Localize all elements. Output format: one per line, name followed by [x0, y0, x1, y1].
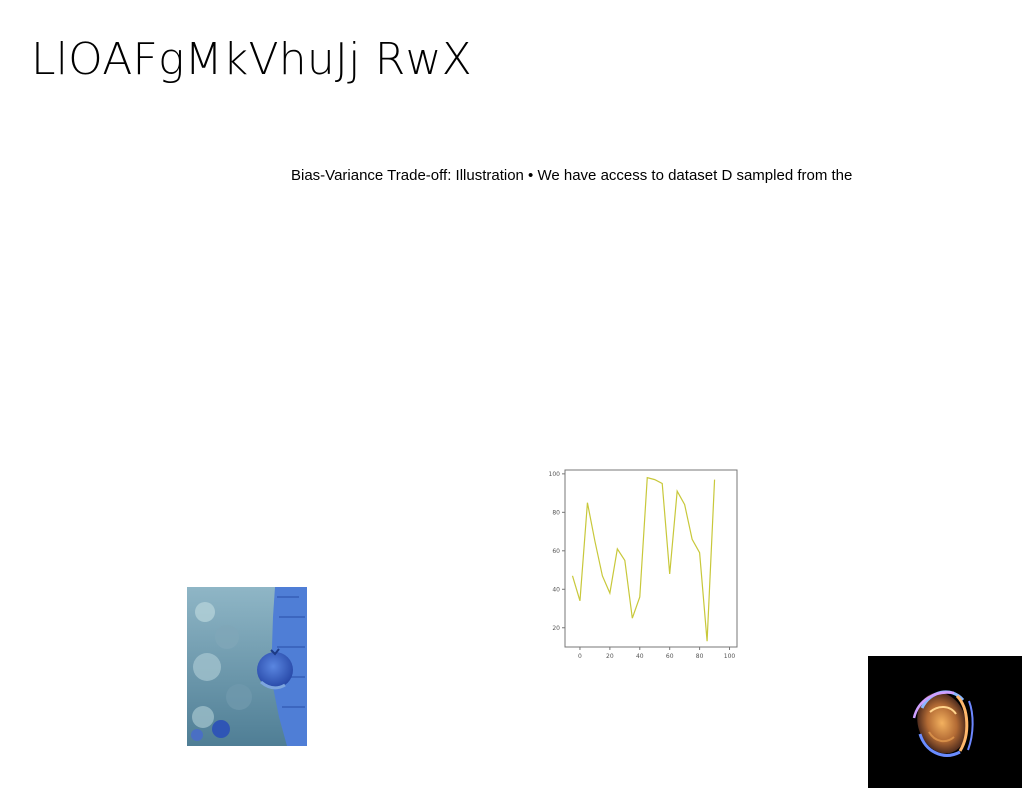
x-tick-label: 40	[636, 653, 644, 660]
y-tick-label: 80	[552, 509, 560, 516]
x-tick-label: 0	[578, 653, 582, 660]
abstract-swirl-photo	[868, 656, 1022, 788]
line-chart: 20 40 60 80 100 0 20 40 60 80 100	[545, 462, 745, 662]
x-tick-label: 20	[606, 653, 614, 660]
slide-subtitle: Bias-Variance Trade-off: Illustration • …	[291, 167, 853, 184]
y-tick-label: 40	[552, 586, 560, 593]
y-tick-label: 20	[552, 625, 560, 632]
line-chart-svg: 20 40 60 80 100 0 20 40 60 80 100	[549, 469, 738, 660]
slide-title: LlOAFgMkVhuJj RwX	[31, 34, 473, 85]
y-tick-label: 100	[549, 471, 561, 478]
x-tick-label: 60	[666, 653, 674, 660]
x-tick-label: 100	[724, 653, 736, 660]
x-tick-label: 80	[696, 653, 704, 660]
blue-fruit-photo	[187, 587, 307, 746]
y-tick-label: 60	[552, 548, 560, 555]
